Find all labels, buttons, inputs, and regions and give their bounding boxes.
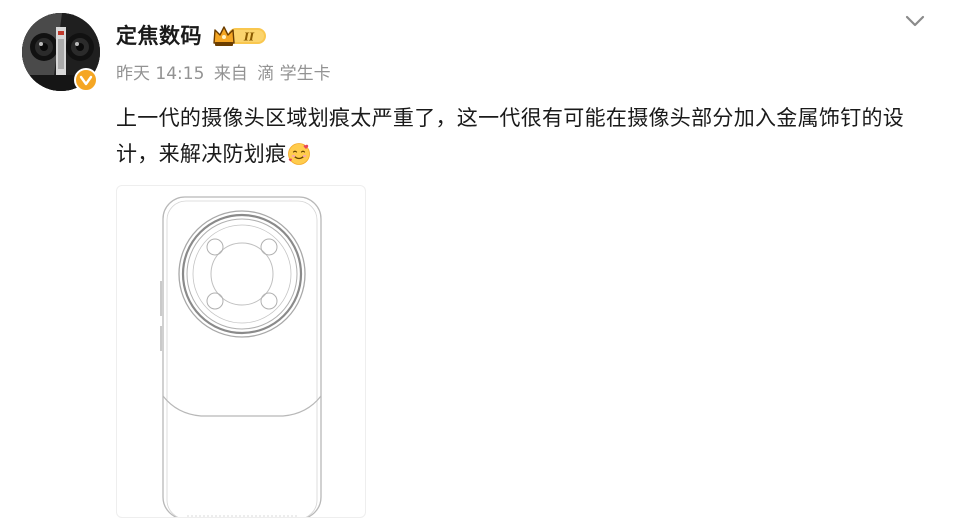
- member-level-text: II: [243, 31, 255, 44]
- source-prefix: 来自: [213, 64, 248, 84]
- chevron-down-icon[interactable]: [902, 8, 928, 34]
- weibo-post: 定焦数码 II 昨天 14:15 来自 滴 学生卡 上一代的摄像头区域划痕太严重…: [0, 0, 956, 518]
- phone-design-sketch-icon: [160, 196, 322, 517]
- post-image[interactable]: [116, 185, 366, 518]
- author-name[interactable]: 定焦数码: [116, 22, 202, 50]
- smiling-face-with-hearts-icon: [288, 143, 311, 165]
- member-crown-icon[interactable]: II: [212, 23, 268, 49]
- source-name[interactable]: 滴 学生卡: [257, 64, 330, 84]
- verified-badge-icon: [74, 68, 98, 92]
- post-meta: 昨天 14:15 来自 滴 学生卡: [116, 62, 335, 86]
- post-time: 昨天 14:15: [116, 64, 205, 84]
- post-text: 上一代的摄像头区域划痕太严重了，这一代很有可能在摄像头部分加入金属饰钉的设计，来…: [116, 100, 936, 172]
- post-text-content: 上一代的摄像头区域划痕太严重了，这一代很有可能在摄像头部分加入金属饰钉的设计，来…: [116, 106, 905, 166]
